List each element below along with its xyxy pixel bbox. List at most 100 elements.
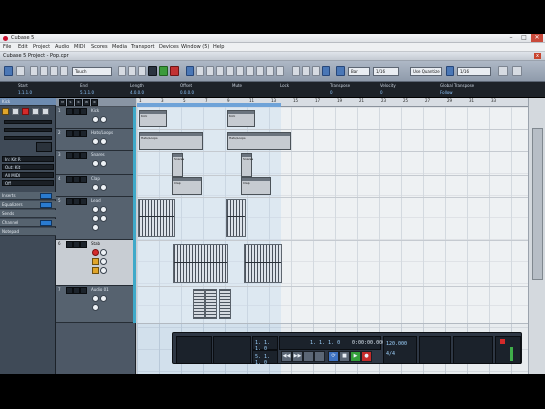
monitor-icon[interactable] [92, 116, 99, 123]
monitor-icon[interactable] [100, 249, 107, 256]
monitor-icon[interactable] [92, 160, 99, 167]
nudge-left-button[interactable] [302, 66, 310, 76]
play-button-mini[interactable] [159, 66, 168, 76]
inspector-track-name[interactable]: Kick [0, 98, 56, 106]
track-solo-button[interactable] [73, 152, 80, 159]
info-value-global-transpose[interactable]: Follow [440, 90, 453, 95]
track-edit-button[interactable] [80, 241, 87, 248]
write-automation-icon[interactable] [100, 215, 107, 222]
inserts-power-icon[interactable] [40, 193, 52, 199]
range-tool[interactable] [196, 66, 204, 76]
quantize-preset-field[interactable]: 1/16 [457, 67, 491, 76]
edit-instrument-button[interactable] [2, 108, 9, 115]
monitor-icon[interactable] [92, 295, 99, 302]
global-write-button[interactable]: W [83, 99, 90, 106]
audio-event[interactable] [138, 199, 175, 237]
close-button[interactable]: ✕ [531, 34, 543, 42]
scroll-thumb[interactable] [532, 128, 543, 280]
draw-tool[interactable] [256, 66, 264, 76]
track-row[interactable]: 2 Hats/Loops [56, 129, 136, 151]
midi-part[interactable]: Snares [241, 153, 253, 177]
overview-toggle[interactable] [50, 66, 58, 76]
menu-midi[interactable]: MIDI [74, 44, 85, 50]
inspector-toggle[interactable] [30, 66, 38, 76]
output-routing-field[interactable]: Out: Kit [2, 164, 54, 170]
solo-button[interactable] [42, 108, 49, 115]
midi-part[interactable]: Clap [172, 177, 202, 195]
audio-event[interactable] [244, 244, 282, 283]
global-mute-button[interactable]: M [59, 99, 66, 106]
record-enable-icon[interactable] [100, 206, 107, 213]
lane-type-icon[interactable] [92, 267, 99, 274]
track-name[interactable]: Audio 01 [91, 287, 109, 292]
track-name[interactable]: Clap [91, 176, 100, 181]
menu-media[interactable]: Media [112, 44, 127, 50]
track-mute-button[interactable] [66, 287, 73, 294]
track-edit-button[interactable] [80, 108, 87, 115]
pool-button[interactable] [60, 66, 68, 76]
info-value-velocity[interactable]: 0 [380, 90, 383, 95]
activate-project-button[interactable] [4, 66, 13, 76]
track-mute-button[interactable] [66, 108, 73, 115]
timeline-ruler[interactable]: 1 3 5 7 9 11 13 15 17 19 21 23 25 27 29 … [137, 98, 528, 107]
object-select-tool[interactable] [186, 66, 194, 76]
inspector-section-sends[interactable]: Sends [0, 210, 56, 218]
autoscroll-button[interactable] [292, 66, 300, 76]
split-tool[interactable] [206, 66, 214, 76]
minimize-button[interactable]: – [505, 34, 517, 42]
erase-tool[interactable] [226, 66, 234, 76]
global-solo-button[interactable]: S [67, 99, 74, 106]
position-time-value[interactable]: 0:00:00.000 [352, 340, 385, 346]
cycle-button-mini[interactable] [138, 66, 146, 76]
read-automation-icon[interactable] [92, 215, 99, 222]
vertical-scrollbar[interactable] [528, 98, 545, 374]
track-name[interactable]: Snares [91, 152, 105, 157]
info-value-offset[interactable]: 0.0.0.0 [180, 90, 194, 95]
glue-tool[interactable] [216, 66, 224, 76]
track-name[interactable]: Hats/Loops [91, 130, 113, 135]
nudge-right-button[interactable] [312, 66, 320, 76]
eq-power-icon[interactable] [40, 202, 52, 208]
drum-part[interactable] [193, 289, 205, 319]
track-edit-button[interactable] [80, 152, 87, 159]
grid-field[interactable]: Bar [348, 67, 370, 76]
track-solo-button[interactable] [73, 108, 80, 115]
global-read-button[interactable]: R [75, 99, 82, 106]
menu-window[interactable]: Window (5) [181, 44, 209, 50]
go-to-start-button[interactable] [303, 351, 314, 362]
track-edit-button[interactable] [80, 130, 87, 137]
monitor-icon[interactable] [92, 184, 99, 191]
drum-part[interactable] [219, 289, 231, 319]
track-name[interactable]: Lead [91, 198, 101, 203]
midi-part[interactable]: Hats/Loops [139, 132, 203, 150]
record-enable-button[interactable] [22, 108, 29, 115]
stop-button-mini[interactable] [148, 66, 157, 76]
read-automation-icon[interactable] [92, 304, 99, 311]
monitor-icon[interactable] [92, 206, 99, 213]
track-edit-button[interactable] [80, 176, 87, 183]
track-mute-button[interactable] [66, 241, 73, 248]
info-value-length[interactable]: 4.0.0.0 [130, 90, 144, 95]
track-mute-button[interactable] [66, 130, 73, 137]
track-row[interactable]: 5 Lead [56, 197, 136, 240]
grid-type-field[interactable]: Use Quantize [410, 67, 442, 76]
play-tool[interactable] [276, 66, 284, 76]
track-row[interactable]: 1 Kick [56, 107, 136, 129]
time-signature-value[interactable]: 4/4 [386, 351, 395, 357]
midi-part[interactable]: Hats/Loops [227, 132, 291, 150]
record-button[interactable]: ● [361, 351, 372, 362]
track-edit-button[interactable] [80, 198, 87, 205]
record-enable-icon[interactable] [92, 249, 99, 256]
track-name[interactable]: Kick [91, 108, 99, 113]
program-field[interactable]: Off [2, 180, 54, 186]
record-button-mini[interactable] [170, 66, 179, 76]
track-mute-button[interactable] [66, 198, 73, 205]
midi-part[interactable]: Kick [139, 110, 167, 127]
window-layout-button[interactable] [512, 66, 522, 76]
channel-power-icon[interactable] [40, 220, 52, 226]
menu-help[interactable]: Help [213, 44, 224, 50]
rewind-button-mini[interactable] [118, 66, 126, 76]
line-tool[interactable] [266, 66, 274, 76]
menu-project[interactable]: Project [33, 44, 50, 50]
freeze-icon[interactable] [92, 224, 99, 231]
